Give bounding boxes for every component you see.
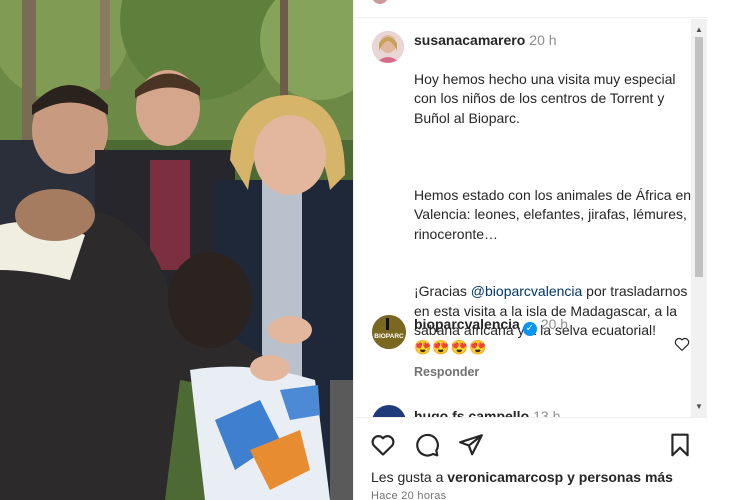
likes-prefix: Les gusta a	[371, 469, 448, 485]
likes-suffix[interactable]: y personas más	[563, 469, 673, 485]
post-timestamp: Hace 20 horas	[371, 490, 447, 500]
verified-badge-icon: ✓	[522, 322, 537, 336]
bookmark-icon[interactable]	[667, 432, 693, 458]
caption-paragraph-3-start: ¡Gracias	[414, 283, 471, 300]
post-photo[interactable]	[0, 0, 353, 500]
scroll-down-arrow-icon[interactable]: ▼	[695, 402, 703, 411]
mention-link[interactable]: @bioparcvalencia	[471, 283, 583, 299]
post-actions: Les gusta a veronicamarcosp y personas m…	[354, 417, 709, 500]
likes-summary[interactable]: Les gusta a veronicamarcosp y personas m…	[371, 469, 673, 485]
avatar	[372, 0, 388, 4]
post-details-panel: susanacamarero 20 h Hoy hemos hecho una v…	[353, 0, 709, 500]
page-margin	[708, 0, 730, 500]
comment-text: 😍😍😍😍	[414, 339, 488, 355]
bioparc-logo-text: BIOPARC	[374, 333, 404, 340]
caption-paragraph-1: Hoy hemos hecho una visita muy especial …	[414, 70, 676, 126]
commenter-username[interactable]: bioparcvalencia	[414, 316, 520, 332]
scrollbar-thumb[interactable]	[695, 37, 703, 277]
comments-section[interactable]: susanacamarero 20 h Hoy hemos hecho una v…	[354, 19, 709, 417]
heart-icon[interactable]	[370, 432, 396, 458]
author-avatar[interactable]	[372, 31, 404, 63]
commenter-avatar[interactable]: BIOPARC	[372, 315, 406, 349]
post-photo-image	[0, 0, 353, 500]
comment-icon[interactable]	[414, 432, 440, 458]
caption-paragraph-2: Hemos estado con los animales de África …	[414, 186, 692, 242]
post-time: 20 h	[529, 32, 557, 48]
caption-text: Hoy hemos hecho una visita muy especial …	[414, 50, 694, 340]
comment-time: 13 h	[533, 408, 561, 417]
share-icon[interactable]	[458, 432, 484, 458]
previous-content-strip	[354, 0, 709, 18]
comment-time: 20 h	[540, 316, 569, 332]
comments-scrollbar[interactable]: ▲ ▼	[691, 19, 707, 417]
commenter-avatar[interactable]	[372, 405, 406, 417]
commenter-username[interactable]: hugo.fs.campello	[414, 408, 529, 417]
reply-button[interactable]: Responder	[414, 365, 479, 379]
comment-item: BIOPARC bioparcvalencia ✓ 20 h 😍😍😍😍 Respon…	[372, 315, 692, 395]
author-username[interactable]: susanacamarero	[414, 32, 525, 48]
scroll-up-arrow-icon[interactable]: ▲	[695, 25, 703, 34]
comment-like-heart-icon[interactable]	[673, 335, 691, 353]
liker-username[interactable]: veronicamarcosp	[447, 469, 563, 485]
